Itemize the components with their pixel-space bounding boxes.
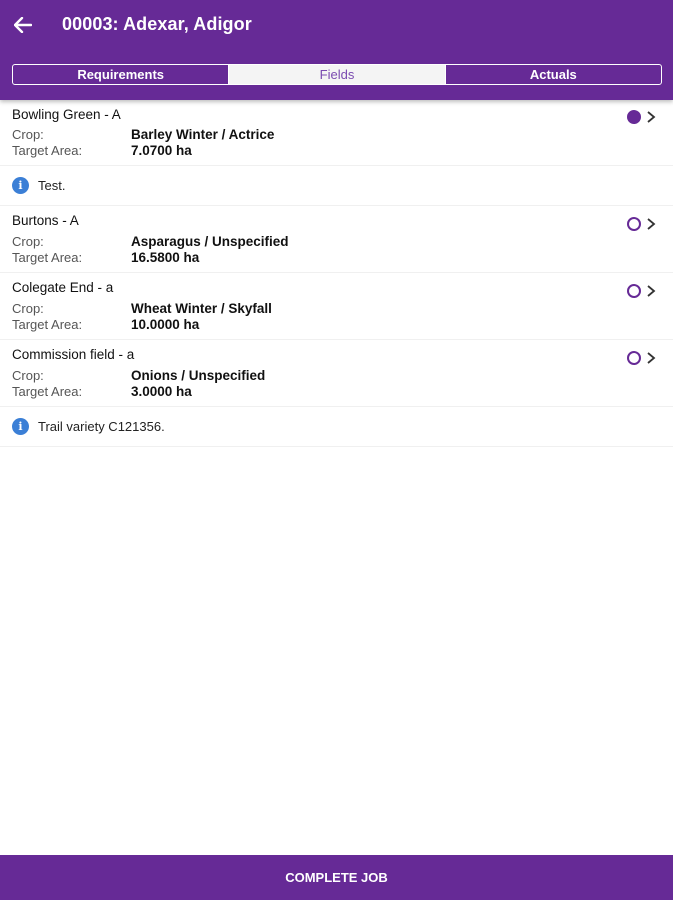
field-row[interactable]: Commission field - a Crop: Onions / Unsp…: [0, 340, 673, 407]
info-icon: i: [12, 418, 29, 435]
chevron-right-icon: [647, 111, 656, 123]
status-empty-icon: [627, 217, 641, 231]
arrow-left-icon: [14, 17, 32, 33]
info-icon: i: [12, 177, 29, 194]
status-empty-icon: [627, 351, 641, 365]
chevron-right-icon: [647, 352, 656, 364]
note-text: Trail variety C121356.: [38, 419, 165, 434]
target-area-value: 3.0000 ha: [131, 384, 192, 399]
tab-actuals[interactable]: Actuals: [444, 65, 661, 84]
target-area-label: Target Area:: [12, 317, 83, 332]
status-filled-icon: [627, 110, 641, 124]
field-row[interactable]: Burtons - A Crop: Asparagus / Unspecifie…: [0, 206, 673, 273]
tab-fields[interactable]: Fields: [228, 65, 445, 84]
target-area-value: 16.5800 ha: [131, 250, 200, 265]
note-row: i Test.: [0, 166, 673, 206]
note-text: Test.: [38, 178, 66, 193]
target-area-label: Target Area:: [12, 384, 83, 399]
target-area-label: Target Area:: [12, 143, 83, 158]
crop-label: Crop:: [12, 368, 44, 383]
tab-requirements[interactable]: Requirements: [13, 65, 228, 84]
note-row: i Trail variety C121356.: [0, 407, 673, 447]
field-row[interactable]: Colegate End - a Crop: Wheat Winter / Sk…: [0, 273, 673, 340]
field-name: Bowling Green - A: [12, 107, 121, 122]
field-name: Burtons - A: [12, 213, 79, 228]
field-name: Colegate End - a: [12, 280, 114, 295]
crop-label: Crop:: [12, 127, 44, 142]
crop-label: Crop:: [12, 301, 44, 316]
tab-bar: Requirements Fields Actuals: [12, 64, 662, 85]
status-empty-icon: [627, 284, 641, 298]
complete-job-button[interactable]: COMPLETE JOB: [0, 855, 673, 900]
page-title: 00003: Adexar, Adigor: [62, 14, 252, 34]
target-area-label: Target Area:: [12, 250, 83, 265]
target-area-value: 10.0000 ha: [131, 317, 200, 332]
app-header: 00003: Adexar, Adigor Requirements Field…: [0, 0, 673, 100]
crop-label: Crop:: [12, 234, 44, 249]
chevron-right-icon: [647, 218, 656, 230]
crop-value: Asparagus / Unspecified: [131, 234, 289, 249]
back-button[interactable]: [10, 12, 36, 38]
crop-value: Onions / Unspecified: [131, 368, 266, 383]
crop-value: Barley Winter / Actrice: [131, 127, 275, 142]
target-area-value: 7.0700 ha: [131, 143, 192, 158]
crop-value: Wheat Winter / Skyfall: [131, 301, 272, 316]
chevron-right-icon: [647, 285, 656, 297]
field-row[interactable]: Bowling Green - A Crop: Barley Winter / …: [0, 100, 673, 166]
field-name: Commission field - a: [12, 347, 135, 362]
fields-list: Bowling Green - A Crop: Barley Winter / …: [0, 100, 673, 447]
